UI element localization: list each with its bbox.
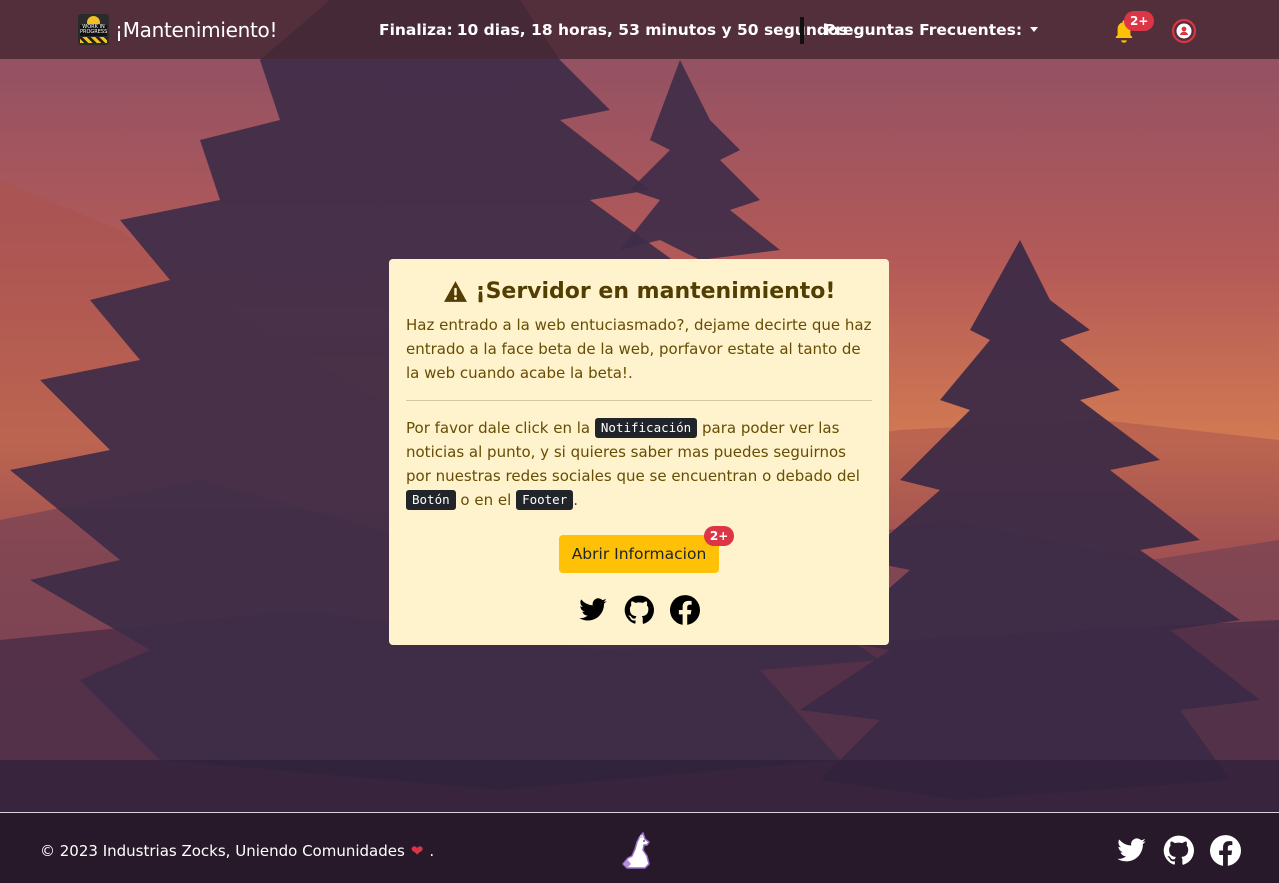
- brand[interactable]: WORK IN PROGRESS ¡Mantenimiento!: [78, 14, 278, 45]
- github-icon[interactable]: [624, 595, 654, 625]
- card-socials: [406, 595, 872, 625]
- card-instructions: Por favor dale click en la Notificación …: [406, 416, 872, 512]
- copyright-text: © 2023 Industrias Zocks, Uniendo Comunid…: [40, 842, 405, 860]
- facebook-icon[interactable]: [1210, 835, 1241, 866]
- countdown-label: Finaliza:: [379, 21, 453, 39]
- faq-dropdown[interactable]: Preguntas Frecuentes:: [824, 21, 1039, 39]
- maintenance-alert-card: ¡Servidor en mantenimiento! Haz entrado …: [389, 259, 889, 645]
- instructions-end: .: [573, 491, 578, 509]
- wolf-logo-icon: [621, 831, 651, 869]
- logo-text: WORK IN PROGRESS: [80, 24, 108, 36]
- kbd-button: Botón: [406, 490, 456, 510]
- nav-divider: [800, 17, 804, 44]
- card-title-text: ¡Servidor en mantenimiento!: [475, 278, 836, 304]
- brand-title: ¡Mantenimiento!: [115, 17, 278, 42]
- instructions-text-1: Por favor dale click en la: [406, 419, 591, 437]
- button-wrapper: Abrir Informacion 2+: [406, 526, 872, 573]
- chevron-down-icon: [1030, 26, 1039, 32]
- kbd-notification: Notificación: [594, 418, 698, 438]
- countdown-value: 10 dias, 18 horas, 53 minutos y 50 segun…: [456, 21, 848, 39]
- copyright-end: .: [429, 842, 435, 860]
- open-info-button[interactable]: Abrir Informacion 2+: [558, 526, 735, 573]
- open-info-label: Abrir Informacion: [571, 545, 707, 563]
- countdown: Finaliza: 10 dias, 18 horas, 53 minutos y…: [379, 21, 848, 39]
- twitter-icon[interactable]: [1116, 835, 1147, 866]
- github-icon[interactable]: [1163, 835, 1194, 866]
- card-intro: Haz entrado a la web entuciasmado?, deja…: [406, 316, 872, 382]
- twitter-icon[interactable]: [578, 595, 608, 625]
- footer-socials: [1116, 835, 1241, 866]
- heart-icon: ❤: [410, 842, 424, 860]
- facebook-icon[interactable]: [670, 595, 700, 625]
- button-badge: 2+: [703, 526, 735, 546]
- kbd-footer: Footer: [516, 490, 574, 510]
- card-divider: [406, 400, 872, 401]
- instructions-text-3: o en el: [460, 491, 512, 509]
- faq-label: Preguntas Frecuentes:: [824, 21, 1023, 39]
- top-navbar: WORK IN PROGRESS ¡Mantenimiento! Finaliz…: [0, 0, 1279, 59]
- work-in-progress-logo: WORK IN PROGRESS: [78, 14, 109, 45]
- copyright: © 2023 Industrias Zocks, Uniendo Comunid…: [40, 842, 434, 860]
- notification-badge: 2+: [1124, 11, 1155, 31]
- card-title: ¡Servidor en mantenimiento!: [406, 277, 872, 305]
- footer: © 2023 Industrias Zocks, Uniendo Comunid…: [0, 812, 1279, 883]
- user-icon[interactable]: [1171, 18, 1197, 44]
- warning-icon: [443, 280, 467, 302]
